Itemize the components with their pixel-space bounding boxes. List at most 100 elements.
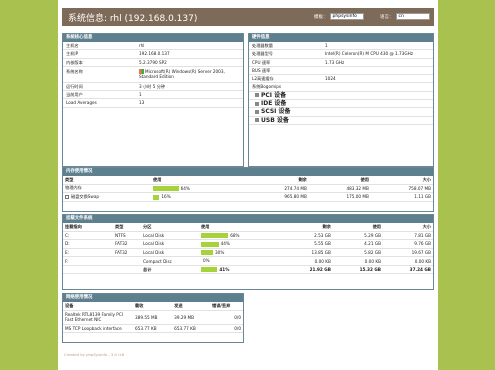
vitals-value-text: rhl <box>139 43 145 48</box>
hardware-title: 硬件信息 <box>249 34 433 42</box>
net-received: 653.77 KB <box>133 324 173 334</box>
fs-size: 7.81 GB <box>382 231 433 241</box>
memory-free: 965.80 MB <box>246 192 309 202</box>
vitals-panel: 系统核心信息 主机名 rhl 主机IP 192.168.0.137 内核版本 5.2.37… <box>62 33 244 167</box>
net-sent: 39.29 MB <box>172 310 211 325</box>
device-label: USB 设备 <box>261 116 289 124</box>
vitals-key: 当前用户 <box>66 92 83 98</box>
memory-row: 磁盘交换Swap 16% 965.80 MB 175.00 MB 1.11 GB <box>63 192 433 202</box>
usage-bar <box>153 194 160 200</box>
vitals-key: 主机名 <box>66 43 79 48</box>
expand-plus-icon <box>255 93 259 98</box>
network-title: 网络使用情况 <box>63 294 243 302</box>
network-panel: 网络使用情况 设备 载收 发送 错误/丢弃 Realtek RTL8139 Famil… <box>62 293 244 343</box>
usage-percent: 68% <box>230 232 240 238</box>
fs-free: 0.00 KB <box>282 256 333 266</box>
filesystem-row: C: NTFS Local Disk 68% 2.53 GB 5.29 GB 7.81 GB <box>63 231 433 241</box>
vitals-row: 内核版本 5.2.3790 SP2 <box>63 59 243 67</box>
usage-percent: 0% <box>203 258 210 264</box>
net-errors: 0/0 <box>210 310 243 325</box>
language-label: 语言： <box>380 15 394 20</box>
usage-percent: 41% <box>219 266 230 272</box>
fs-size: 0.00 KB <box>382 256 433 266</box>
memory-free: 274.74 MB <box>246 184 309 194</box>
hardware-key: BUS 速率 <box>252 67 271 73</box>
fs-total-spacer <box>113 265 141 275</box>
net-sent: 653.77 KB <box>172 324 211 334</box>
fs-total-label: 总计 <box>141 265 199 275</box>
memory-table: 类型 使用 剩余 使用 大小 物理内存 64% 274.74 MB 483.32 MB 758.… <box>63 176 433 202</box>
column-header: 剩余 <box>246 176 309 185</box>
swap-icon <box>65 194 69 199</box>
vitals-value: Microsoft(R) Windows(R) Server 2003, Sta… <box>139 69 239 80</box>
vitals-key: 运行时间 <box>66 83 83 89</box>
hardware-row: 系统Bogomips <box>249 83 433 92</box>
hardware-panel: 硬件信息 处理器数量 1 处理器型号 Intel(R) Celeron(R) M CP… <box>248 33 434 167</box>
fs-used: 5.29 GB <box>332 231 383 241</box>
language-select[interactable]: cn <box>395 13 430 20</box>
hardware-row: BUS 速率 <box>249 67 433 76</box>
hardware-key: 系统Bogomips <box>252 84 282 90</box>
device-label: SCSI 设备 <box>261 108 291 116</box>
language-control: 语言： cn <box>380 13 430 20</box>
column-header: 分区 <box>141 223 199 232</box>
fs-used: 4.21 GB <box>332 239 383 249</box>
hardware-key: 处理器型号 <box>252 51 273 57</box>
network-row: MS TCP Loopback interface 653.77 KB 653.77… <box>63 324 243 334</box>
fs-mount: D: <box>63 239 113 249</box>
filesystem-total-row: 总计 41% 21.92 GB 15.32 GB 37.24 GB <box>63 265 433 275</box>
footer-credit[interactable]: Created by phpSysInfo - 3.0 rc6 <box>64 352 124 357</box>
vitals-value: 1 <box>139 91 142 99</box>
page-title: 系统信息: rhl (192.168.0.137) <box>68 14 198 24</box>
fs-free: 2.53 GB <box>282 231 333 241</box>
memory-size: 1.11 GB <box>370 192 433 202</box>
usage-bar <box>201 267 218 273</box>
vitals-value-text: 3 小时 5 分钟 <box>139 83 166 89</box>
vitals-value: 13 <box>139 99 144 107</box>
vitals-value-text: Microsoft(R) Windows(R) Server 2003, Sta… <box>139 68 225 80</box>
filesystem-row: E: FAT32 Local Disk 30% 13.85 GB 5.82 GB 19.67… <box>63 248 433 258</box>
fs-type: FAT32 <box>113 248 141 258</box>
vitals-row: Load Averages 13 <box>63 99 243 108</box>
fs-size: 9.76 GB <box>382 239 433 249</box>
fs-mount: E: <box>63 248 113 258</box>
fs-free: 13.85 GB <box>282 248 333 258</box>
fs-partition: Local Disk <box>141 231 199 241</box>
hardware-row: L2高速缓存 1024 <box>249 75 433 84</box>
fs-used: 0.00 KB <box>332 256 383 266</box>
usage-cell: 41% <box>199 265 283 275</box>
memory-used: 175.00 MB <box>308 192 371 202</box>
filesystems-title: 挂载文件系统 <box>63 215 433 223</box>
fs-size: 19.67 GB <box>382 248 433 258</box>
memory-title: 内存使用情况 <box>63 168 433 176</box>
template-select[interactable]: phpsysinfo <box>329 13 364 20</box>
column-header: 使用 <box>308 176 371 185</box>
usage-percent: 30% <box>215 249 225 255</box>
hardware-row: CPU 速率 1.73 GHz <box>249 59 433 67</box>
column-header: 类型 <box>113 223 141 232</box>
filesystem-row: D: FAT32 Local Disk 44% 5.55 GB 4.21 GB 9.76 G… <box>63 239 433 249</box>
device-label: PCI 设备 <box>261 91 287 99</box>
hardware-key: 处理器数量 <box>252 43 273 48</box>
hardware-value: 1.73 GHz <box>325 59 345 65</box>
fs-mount: C: <box>63 231 113 241</box>
hardware-device-toggle[interactable]: USB 设备 <box>249 117 433 125</box>
hardware-key: CPU 速率 <box>252 59 271 65</box>
fs-free: 5.55 GB <box>282 239 333 249</box>
column-header: 类型 <box>63 176 151 185</box>
usage-bar <box>153 186 179 192</box>
hardware-value: 1024 <box>325 76 336 82</box>
memory-type-label: 磁盘交换Swap <box>71 193 100 199</box>
hardware-device-toggle[interactable]: SCSI 设备 <box>249 108 433 117</box>
column-header: 挂载指向 <box>63 223 113 232</box>
hardware-device-toggle[interactable]: PCI 设备 <box>249 91 433 101</box>
usage-cell: 16% <box>151 192 247 202</box>
vitals-title: 系统核心信息 <box>63 34 243 42</box>
page-header: 系统信息: rhl (192.168.0.137) 模板： phpsysinfo … <box>62 8 434 26</box>
column-header: 设备 <box>63 302 133 311</box>
memory-panel: 内存使用情况 类型 使用 剩余 使用 大小 物理内存 64% 274.74 MB 483.32… <box>62 167 434 212</box>
memory-type: 物理内存 <box>63 184 151 194</box>
memory-row: 物理内存 64% 274.74 MB 483.32 MB 758.07 MB <box>63 184 433 194</box>
usage-cell: 0% <box>199 256 283 266</box>
column-header: 载收 <box>133 302 173 311</box>
